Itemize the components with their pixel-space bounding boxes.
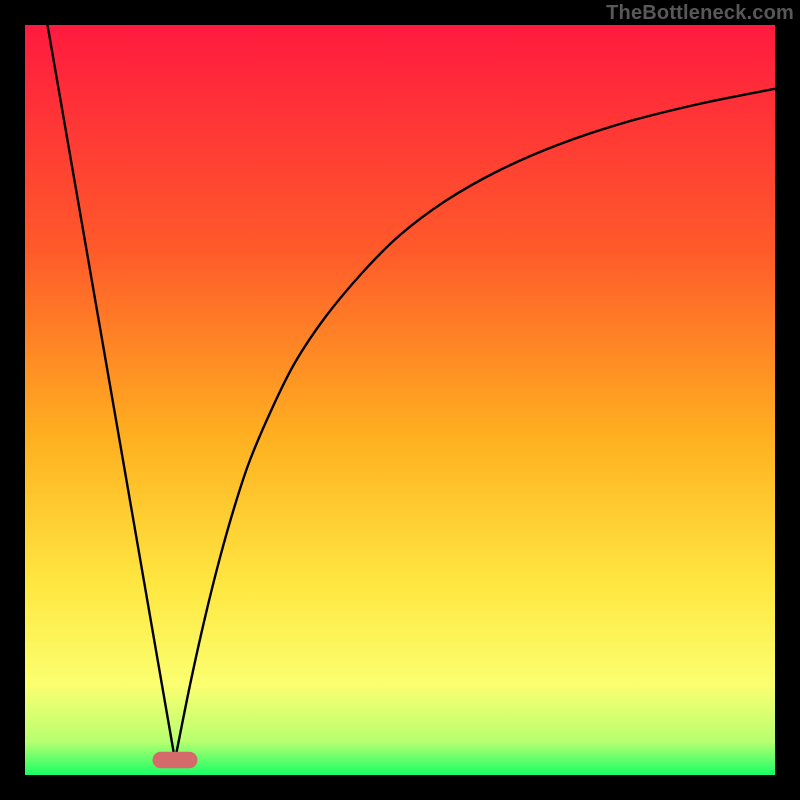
chart-background <box>25 25 775 775</box>
chart-plot <box>25 25 775 775</box>
chart-frame <box>25 25 775 775</box>
watermark-text: TheBottleneck.com <box>606 2 794 25</box>
minimum-marker <box>153 752 198 769</box>
